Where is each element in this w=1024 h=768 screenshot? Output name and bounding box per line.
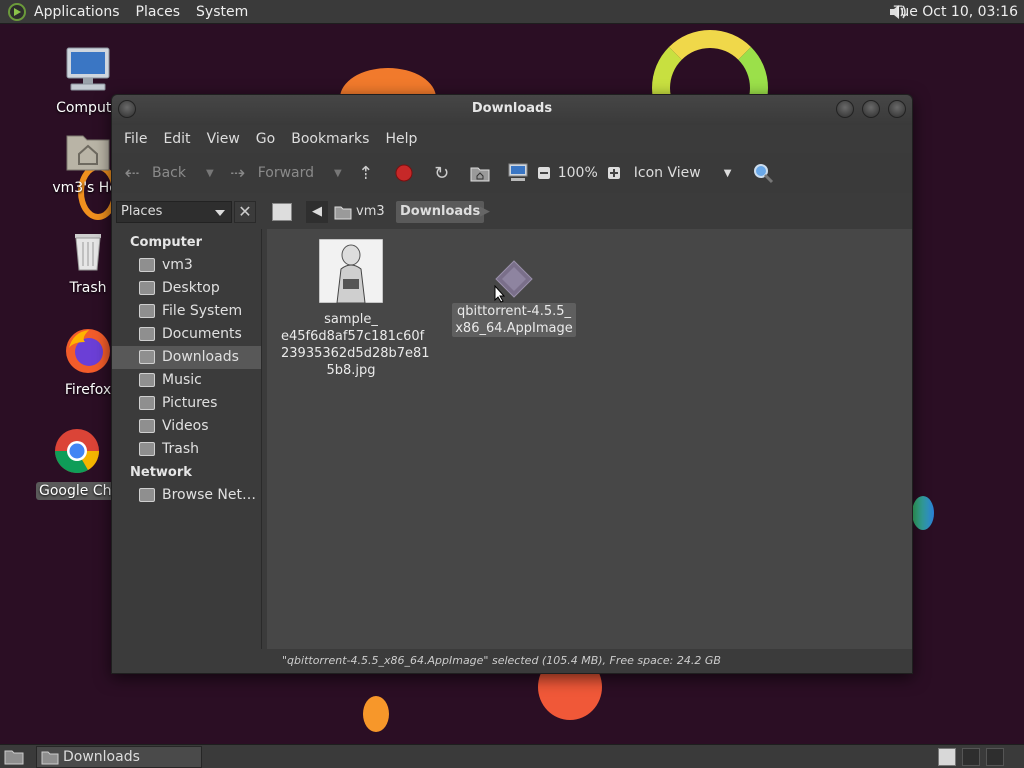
computer-icon: [66, 47, 110, 91]
sidebar-item-documents[interactable]: Documents: [112, 323, 261, 346]
drive-icon: [139, 304, 155, 318]
window-title: Downloads: [471, 101, 553, 116]
menu-edit[interactable]: Edit: [155, 131, 198, 147]
view-mode-chevron-down-icon[interactable]: ▼: [724, 168, 732, 179]
toolbar: ⇠ Back ▼ ⇢ Forward ▼ ⇡ ↻ 100% Icon View …: [112, 153, 912, 193]
forward-history-dropdown-icon[interactable]: ▼: [334, 168, 342, 179]
file-view[interactable]: sample_ e45f6d8af57c181c60f 23935362d5d2…: [267, 229, 912, 651]
close-sidebar-icon[interactable]: ✕: [234, 201, 256, 223]
back-history-dropdown-icon[interactable]: ▼: [206, 168, 214, 179]
folder-icon: [139, 373, 155, 387]
sidebar-type-label: Places: [121, 204, 163, 219]
sidebar-item-videos[interactable]: Videos: [112, 415, 261, 438]
sidebar-item-browse-network[interactable]: Browse Net…: [112, 484, 261, 507]
menu-view[interactable]: View: [199, 131, 248, 147]
edit-location-icon[interactable]: [272, 203, 292, 221]
forward-label: Forward: [257, 165, 315, 181]
desktop-icon-label: Google Chr: [36, 482, 118, 500]
menu-go[interactable]: Go: [248, 131, 283, 147]
home-folder-icon: [139, 258, 155, 272]
sidebar-item-trash[interactable]: Trash: [112, 438, 261, 461]
distro-logo-icon[interactable]: [8, 2, 26, 21]
zoom-level: 100%: [557, 165, 598, 181]
folder-icon: [139, 396, 155, 410]
window-titlebar[interactable]: Downloads: [112, 95, 912, 125]
computer-icon[interactable]: [506, 161, 530, 185]
menu-bookmarks[interactable]: Bookmarks: [283, 131, 377, 147]
maximize-button[interactable]: [862, 100, 880, 118]
image-thumbnail: [319, 239, 383, 303]
zoom-out-icon[interactable]: [536, 161, 552, 185]
chevron-down-icon: [215, 210, 225, 216]
location-row: Places ✕ ◀ vm3 Downloads ▶: [112, 195, 912, 229]
menu-bar: File Edit View Go Bookmarks Help: [112, 125, 912, 153]
back-button[interactable]: ⇠ Back: [120, 161, 186, 185]
breadcrumb-vm3[interactable]: vm3: [332, 201, 385, 223]
places-menu[interactable]: Places: [128, 0, 189, 24]
folder-icon: [139, 327, 155, 341]
zoom-in-icon[interactable]: [606, 161, 622, 185]
workspace-switcher[interactable]: [938, 748, 956, 766]
network-icon: [139, 488, 155, 502]
menu-file[interactable]: File: [116, 131, 155, 147]
folder-icon: [139, 419, 155, 433]
close-button[interactable]: [888, 100, 906, 118]
file-item-qbittorrent-appimage[interactable]: qbittorrent-4.5.5_ x86_64.AppImage: [449, 259, 579, 337]
wallpaper-teal-blob: [912, 496, 934, 530]
mouse-cursor-icon: [494, 285, 506, 303]
search-icon[interactable]: [751, 161, 775, 185]
taskbar-item-downloads[interactable]: Downloads: [36, 746, 202, 768]
chrome-icon: [55, 429, 99, 473]
wallpaper-small-blob: [363, 696, 389, 732]
up-arrow-icon[interactable]: ⇡: [354, 161, 378, 185]
panel-clock[interactable]: Tue Oct 10, 03:16: [894, 0, 1018, 24]
breadcrumb-right-arrow-icon[interactable]: ▶: [480, 201, 490, 223]
file-name: qbittorrent-4.5.5_ x86_64.AppImage: [452, 303, 576, 337]
workspace-switcher-3[interactable]: [986, 748, 1004, 766]
view-mode-select[interactable]: Icon View: [634, 165, 724, 181]
sidebar-item-downloads[interactable]: Downloads: [112, 346, 261, 369]
workspace-switcher-2[interactable]: [962, 748, 980, 766]
system-menu[interactable]: System: [188, 0, 256, 24]
back-label: Back: [152, 165, 186, 181]
sidebar-heading-computer: Computer: [130, 235, 203, 250]
folder-icon: [139, 281, 155, 295]
trash-icon: [75, 234, 101, 271]
sidebar-item-pictures[interactable]: Pictures: [112, 392, 261, 415]
places-sidebar: Computer vm3 Desktop File System Documen…: [112, 229, 262, 651]
desktop-icon-google-chrome[interactable]: Google Chr: [36, 426, 118, 500]
minimize-button[interactable]: [836, 100, 854, 118]
file-item-sample-jpg[interactable]: sample_ e45f6d8af57c181c60f 23935362d5d2…: [281, 239, 430, 379]
show-desktop-icon[interactable]: [4, 749, 24, 765]
back-arrow-icon: ⇠: [124, 162, 140, 184]
top-panel: Applications Places System Tue Oct 10, 0…: [0, 0, 1024, 24]
sidebar-item-desktop[interactable]: Desktop: [112, 277, 261, 300]
bottom-panel: Downloads: [0, 744, 1024, 768]
menu-help[interactable]: Help: [377, 131, 425, 147]
sidebar-item-file-system[interactable]: File System: [112, 300, 261, 323]
sidebar-item-vm3[interactable]: vm3: [112, 254, 261, 277]
home-folder-icon: [334, 206, 352, 220]
home-icon[interactable]: [468, 161, 492, 185]
reload-icon[interactable]: ↻: [430, 161, 454, 185]
stop-icon[interactable]: [392, 161, 416, 185]
firefox-icon: [66, 329, 110, 373]
file-name: sample_ e45f6d8af57c181c60f 23935362d5d2…: [281, 312, 430, 378]
file-manager-window: Downloads File Edit View Go Bookmarks He…: [111, 94, 913, 674]
home-folder-icon: [66, 135, 110, 171]
sidebar-type-select[interactable]: Places: [116, 201, 232, 223]
applications-menu[interactable]: Applications: [26, 0, 128, 24]
sidebar-heading-network: Network: [130, 465, 192, 480]
folder-icon: [139, 350, 155, 364]
breadcrumb-downloads[interactable]: Downloads: [396, 201, 485, 223]
trash-icon: [139, 442, 155, 456]
status-bar: "qbittorrent-4.5.5_x86_64.AppImage" sele…: [112, 649, 912, 673]
sidebar-item-music[interactable]: Music: [112, 369, 261, 392]
forward-arrow-icon: ⇢: [230, 162, 246, 184]
forward-button[interactable]: ⇢ Forward: [226, 161, 314, 185]
folder-icon: [41, 751, 59, 765]
breadcrumb-left-arrow-icon[interactable]: ◀: [306, 201, 328, 223]
